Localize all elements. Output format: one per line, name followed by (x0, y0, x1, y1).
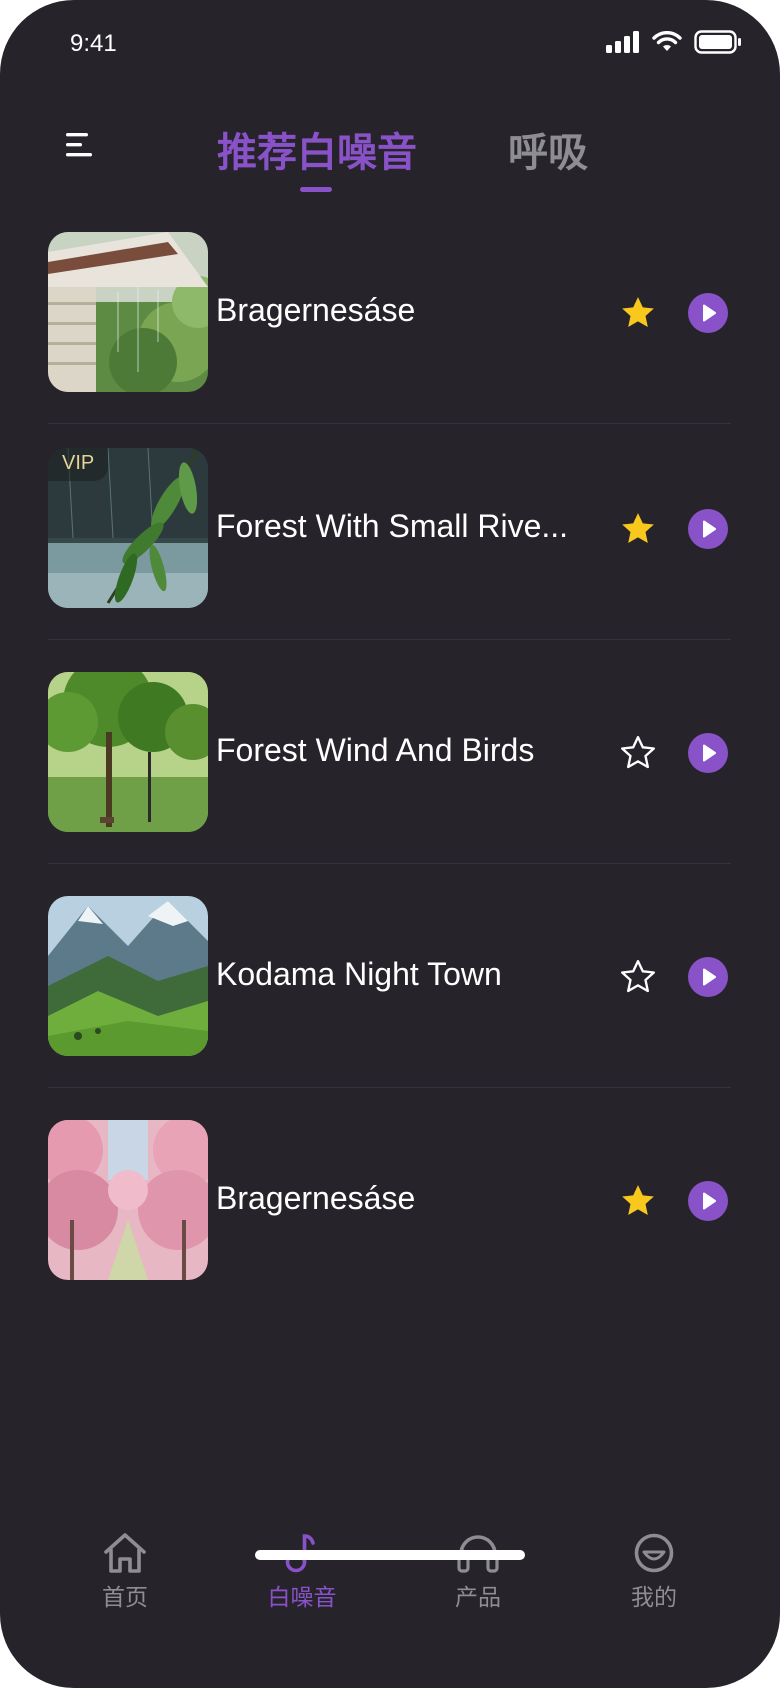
play-button[interactable] (688, 733, 728, 773)
tabbar-item-white-noise[interactable]: 白噪音 (252, 1532, 352, 1612)
divider (48, 423, 731, 424)
star-outline-icon (621, 736, 655, 769)
play-button[interactable] (688, 293, 728, 333)
track-row[interactable]: Kodama Night Town (48, 896, 731, 1056)
signal-icon (606, 31, 639, 53)
star-filled-icon (622, 297, 654, 327)
battery-icon (694, 30, 741, 54)
status-icons (606, 30, 742, 54)
track-thumbnail (48, 1120, 208, 1280)
tabbar-label: 我的 (631, 1585, 677, 1611)
track-thumbnail (48, 896, 208, 1056)
track-row[interactable]: Forest Wind And Birds (48, 672, 731, 832)
tab-recommended-white-noise[interactable]: 推荐白噪音 (217, 120, 417, 178)
divider (48, 863, 731, 864)
track-thumbnail (48, 232, 208, 392)
track-thumbnail: VIP (48, 448, 208, 608)
star-filled-icon (622, 513, 654, 543)
favorite-button[interactable] (618, 733, 658, 773)
favorite-button[interactable] (618, 509, 658, 549)
favorite-button[interactable] (618, 1181, 658, 1221)
play-button[interactable] (688, 957, 728, 997)
tabbar-item-mine[interactable]: 我的 (604, 1532, 704, 1612)
track-title: Bragernesáse (216, 1180, 416, 1216)
favorite-button[interactable] (618, 293, 658, 333)
tabbar-label: 白噪音 (267, 1585, 337, 1611)
play-icon (703, 304, 716, 322)
track-row[interactable]: Bragernesáse (48, 1120, 731, 1280)
track-title: Kodama Night Town (216, 956, 502, 992)
track-title: Bragernesáse (216, 292, 416, 328)
status-time: 9:41 (70, 30, 117, 57)
favorite-button[interactable] (618, 957, 658, 997)
menu-icon (66, 133, 92, 157)
tabbar-item-home[interactable]: 首页 (75, 1532, 175, 1612)
smile-icon (634, 1533, 674, 1573)
track-title: Forest With Small Rive... (216, 508, 569, 544)
play-icon (703, 744, 716, 762)
divider (48, 639, 731, 640)
phone-screen: 9:41 推荐白噪音 呼吸 Bragernesáse VIP Forest Wi… (0, 0, 780, 1688)
track-row[interactable]: Bragernesáse (48, 232, 731, 392)
wifi-icon (652, 31, 682, 51)
active-tab-indicator (300, 187, 332, 192)
tabbar-item-products[interactable]: 产品 (428, 1532, 528, 1612)
track-row[interactable]: VIP Forest With Small Rive... (48, 448, 731, 608)
divider (48, 1087, 731, 1088)
play-icon (703, 520, 716, 538)
star-outline-icon (621, 960, 655, 993)
menu-button[interactable] (62, 128, 96, 162)
star-filled-icon (622, 1185, 654, 1215)
tabbar-label: 首页 (102, 1585, 148, 1611)
tabbar-label: 产品 (455, 1585, 501, 1611)
tab-breathing[interactable]: 呼吸 (508, 120, 588, 178)
home-icon (104, 1533, 146, 1573)
play-icon (703, 968, 716, 986)
play-button[interactable] (688, 1181, 728, 1221)
track-title: Forest Wind And Birds (216, 732, 535, 768)
home-indicator (255, 1550, 525, 1560)
play-button[interactable] (688, 509, 728, 549)
vip-badge: VIP (48, 448, 109, 481)
play-icon (703, 1192, 716, 1210)
track-thumbnail (48, 672, 208, 832)
